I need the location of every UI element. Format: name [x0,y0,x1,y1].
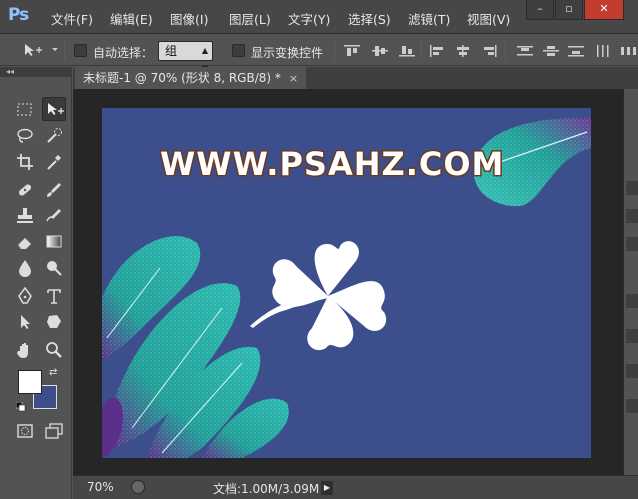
document-tab-bar: 未标题-1 @ 70% (形状 8, RGB/8) * × [73,67,638,89]
show-transform-label: 显示变换控件 [251,46,324,60]
menu-image[interactable]: 图像(I) [170,9,208,28]
blur-tool[interactable] [13,256,37,280]
status-menu-arrow-icon[interactable]: ▶ [321,481,333,495]
gradient-tool[interactable] [42,230,66,254]
align-bottom-icon[interactable] [399,45,415,57]
minimize-button[interactable]: – [526,0,554,20]
menu-select[interactable]: 选择(S) [348,9,391,28]
brush-tool[interactable] [42,178,66,202]
restore-button[interactable]: ▫ [555,0,583,20]
menu-edit[interactable]: 编辑(E) [110,9,153,28]
healing-brush-tool[interactable] [13,178,37,202]
menu-type[interactable]: 文字(Y) [288,9,330,28]
menu-file[interactable]: 文件(F) [51,9,93,28]
menu-view[interactable]: 视图(V) [467,9,510,28]
swap-colors-icon[interactable]: ⇄ [49,367,57,378]
custom-shape-tool[interactable] [42,310,66,334]
menu-bar: Ps 文件(F) 编辑(E) 图像(I) 图层(L) 文字(Y) 选择(S) 滤… [0,0,638,34]
document-canvas[interactable]: WWW.PSAHZ.COM [102,108,591,458]
tools-panel: ◂◂ ⇄ [0,67,72,499]
path-selection-tool[interactable] [13,310,37,334]
menu-layer[interactable]: 图层(L) [229,9,271,28]
align-top-icon[interactable] [344,45,360,57]
auto-select-dropdown[interactable]: 组 ▲▼ [158,41,213,73]
zoom-tool[interactable] [42,338,66,362]
distribute-vcenter-icon[interactable] [543,45,559,57]
document-size-info: 文档:1.00M/3.09M [213,482,320,496]
panel-tab-2[interactable] [626,209,638,223]
lasso-tool[interactable] [13,124,37,148]
clone-stamp-tool[interactable] [13,204,37,228]
app-logo: Ps [8,5,29,25]
panel-eye-3[interactable] [626,364,638,378]
align-right-icon[interactable] [481,45,497,57]
panel-eye-1[interactable] [626,294,638,308]
panel-eye-2[interactable] [626,329,638,343]
align-vcenter-icon[interactable] [372,45,388,57]
zoom-level-field[interactable]: 70% [87,480,114,494]
leaf-group-bottom-left [102,236,289,458]
status-info-icon[interactable] [131,480,145,494]
eraser-tool[interactable] [13,230,37,254]
eyedropper-tool[interactable] [42,150,66,174]
distribute-left-icon[interactable] [596,45,612,57]
status-bar: 70% 文档:1.00M/3.09M ▶ [73,475,638,499]
auto-select-label: 自动选择： [93,46,154,60]
menu-filter[interactable]: 滤镜(T) [408,9,450,28]
panel-eye-4[interactable] [626,399,638,413]
right-panel-collapsed [623,89,638,475]
default-colors-icon[interactable] [15,401,26,412]
dodge-tool[interactable] [42,256,66,280]
canvas-watermark-text: WWW.PSAHZ.COM [158,144,505,185]
quick-select-tool[interactable] [42,124,66,148]
panel-tab-1[interactable] [626,181,638,195]
marquee-tool[interactable] [13,98,37,122]
auto-select-checkbox[interactable] [74,44,87,57]
history-brush-tool[interactable] [42,204,66,228]
screen-mode-tool[interactable] [42,419,66,443]
distribute-bottom-icon[interactable] [568,45,584,57]
distribute-top-icon[interactable] [517,45,533,57]
pen-tool[interactable] [13,284,37,308]
tools-collapse-button[interactable]: ◂◂ [0,67,72,77]
distribute-hcenter-icon[interactable] [620,45,636,57]
move-tool-preset-icon[interactable] [22,42,62,61]
document-tab-title: 未标题-1 @ 70% (形状 8, RGB/8) * [83,71,281,85]
align-hcenter-icon[interactable] [455,45,471,57]
quick-mask-tool[interactable] [13,419,37,443]
show-transform-checkbox[interactable] [232,44,245,57]
crop-tool[interactable] [13,150,37,174]
clover-flower [250,241,387,351]
panel-tab-3[interactable] [626,237,638,251]
document-tab[interactable]: 未标题-1 @ 70% (形状 8, RGB/8) * × [75,67,307,89]
auto-select-value: 组 [165,44,178,58]
foreground-color-swatch[interactable] [18,370,42,394]
type-tool[interactable] [42,284,66,308]
align-left-icon[interactable] [430,45,446,57]
hand-tool[interactable] [13,338,37,362]
close-document-icon[interactable]: × [289,72,298,85]
move-tool[interactable] [42,97,66,121]
close-window-button[interactable]: ✕ [584,0,624,20]
